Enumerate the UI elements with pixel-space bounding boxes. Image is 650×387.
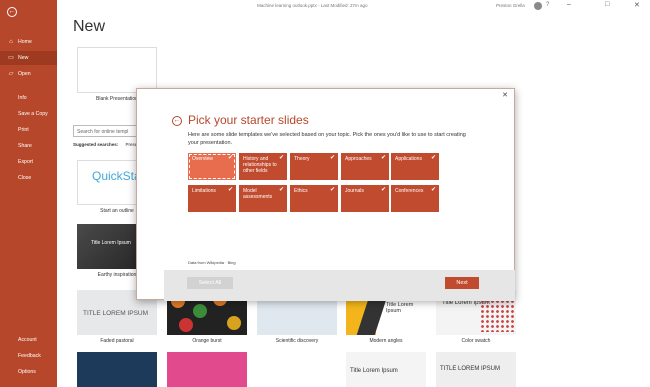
checkmark-icon: ✔ [227, 187, 233, 193]
checkmark-icon: ✔ [227, 155, 233, 161]
slide-tile-journals[interactable]: Journals ✔ [341, 185, 389, 212]
sidebar-item-open[interactable]: ▱ Open [0, 67, 57, 81]
template-preview-title: TITLE LOREM IPSUM [83, 310, 149, 317]
tile-label: Conferences [395, 188, 424, 194]
sidebar-item-label: Info [18, 95, 27, 101]
sidebar-item-account[interactable]: Account [0, 333, 57, 347]
checkmark-icon: ✔ [380, 187, 386, 193]
close-icon[interactable]: ✕ [502, 91, 508, 99]
folder-icon: ▱ [8, 71, 14, 77]
fruit-shape [179, 318, 193, 332]
template-label: Faded pastoral [100, 338, 134, 344]
tile-label: Approaches [345, 156, 372, 162]
backstage-sidebar: ← ⌂ Home ▭ New ▱ Open Info Save a Copy P… [0, 0, 57, 387]
sidebar-item-label: Feedback [18, 353, 41, 359]
tile-label: Theory [294, 156, 310, 162]
template-label: Orange burst [192, 338, 222, 344]
checkmark-icon: ✔ [430, 187, 436, 193]
tile-label: Journals [345, 188, 364, 194]
tile-label: History and relationships to other field… [243, 156, 277, 174]
sidebar-item-export[interactable]: Export [0, 155, 57, 169]
home-icon: ⌂ [9, 39, 13, 45]
slide-tile-overview[interactable]: Overview ✔ [188, 153, 236, 180]
help-icon[interactable]: ? [546, 2, 549, 8]
title-bar: Machine learning outlook.pptx - Last Mod… [57, 0, 650, 12]
template-label: Scientific discovery [275, 338, 319, 344]
slide-tile-applications[interactable]: Applications ✔ [391, 153, 439, 180]
checkmark-icon: ✔ [380, 155, 386, 161]
template-thumbnail[interactable] [167, 352, 247, 387]
sidebar-item-label: Share [18, 143, 32, 149]
page-title: New [73, 18, 106, 35]
template-search-input[interactable]: Search for online templ [73, 125, 143, 137]
template-thumbnail[interactable] [77, 352, 157, 387]
template-thumbnail[interactable]: TITLE LOREM IPSUM [436, 352, 516, 387]
sidebar-item-feedback[interactable]: Feedback [0, 349, 57, 363]
sidebar-item-home[interactable]: ⌂ Home [0, 35, 57, 49]
sidebar-item-label: Close [18, 175, 32, 181]
tile-label: Ethics [294, 188, 308, 194]
select-all-button[interactable]: Select All [187, 277, 233, 289]
slide-tile-ethics[interactable]: Ethics ✔ [290, 185, 338, 212]
data-source-note: Data from Wikipedia · Bing [188, 260, 236, 265]
sidebar-item-options[interactable]: Options [0, 365, 57, 379]
sidebar-item-label: Export [18, 159, 33, 165]
slide-tile-approaches[interactable]: Approaches ✔ [341, 153, 389, 180]
slide-tile-theory[interactable]: Theory ✔ [290, 153, 338, 180]
checkmark-icon: ✔ [329, 187, 335, 193]
template-preview-title: Title Lorem Ipsum [350, 368, 398, 374]
document-title: Machine learning outlook.pptx - Last Mod… [257, 3, 368, 8]
tile-label: Overview [192, 156, 213, 162]
sidebar-item-info[interactable]: Info [0, 91, 57, 105]
back-arrow-icon[interactable]: ← [7, 7, 17, 17]
template-label: Modern angles [369, 338, 403, 344]
template-thumbnail[interactable] [257, 352, 337, 387]
tile-label: Model assessments [243, 188, 273, 200]
template-thumbnail[interactable]: Title Lorem Ipsum [346, 352, 426, 387]
dialog-title: Pick your starter slides [188, 113, 309, 127]
template-preview-title: Title Lorem Ipsum [91, 240, 131, 246]
checkmark-icon: ✔ [278, 187, 284, 193]
sidebar-item-label: Home [18, 39, 32, 45]
sidebar-item-label: Open [18, 71, 31, 77]
tile-label: Limitations [192, 188, 216, 194]
slide-tile-history[interactable]: History and relationships to other field… [239, 153, 287, 180]
dialog-description: Here are some slide templates we've sele… [188, 132, 466, 146]
starter-slides-dialog: ✕ ← Pick your starter slides Here are so… [136, 88, 515, 301]
template-preview-title: Title Lorem Ipsum [386, 302, 414, 314]
fruit-shape [193, 304, 207, 318]
next-button[interactable]: Next [445, 277, 479, 289]
sidebar-item-label: New [18, 55, 29, 61]
close-icon[interactable]: ✕ [634, 1, 640, 9]
sidebar-item-close[interactable]: Close [0, 171, 57, 185]
tile-label: Applications [395, 156, 422, 162]
sidebar-item-new[interactable]: ▭ New [0, 51, 57, 65]
checkmark-icon: ✔ [430, 155, 436, 161]
slide-tile-conferences[interactable]: Conferences ✔ [391, 185, 439, 212]
suggested-searches: Suggested searches: Prese [73, 142, 137, 147]
checkmark-icon: ✔ [278, 155, 284, 161]
sidebar-item-label: Options [18, 369, 36, 375]
slide-tile-limitations[interactable]: Limitations ✔ [188, 185, 236, 212]
suggested-label: Suggested searches: [73, 142, 119, 147]
maximize-icon[interactable]: □ [605, 1, 609, 8]
template-label: Color swatch [461, 338, 491, 344]
back-arrow-icon[interactable]: ← [172, 116, 182, 126]
sidebar-item-label: Save a Copy [18, 111, 48, 117]
avatar[interactable] [534, 2, 542, 10]
blank-presentation-thumbnail[interactable] [77, 47, 157, 93]
sidebar-item-label: Print [18, 127, 29, 133]
minimize-icon[interactable]: – [567, 1, 571, 8]
sidebar-item-share[interactable]: Share [0, 139, 57, 153]
user-name[interactable]: Preston Grella [496, 3, 525, 8]
new-file-icon: ▭ [8, 55, 14, 61]
checkmark-icon: ✔ [329, 155, 335, 161]
dialog-footer: Select All Next [164, 270, 515, 301]
sidebar-item-print[interactable]: Print [0, 123, 57, 137]
fruit-shape [227, 316, 241, 330]
slide-tile-model-assessments[interactable]: Model assessments ✔ [239, 185, 287, 212]
sidebar-item-label: Account [18, 337, 37, 343]
template-preview-title: TITLE LOREM IPSUM [440, 366, 501, 372]
sidebar-item-save-copy[interactable]: Save a Copy [0, 107, 57, 121]
